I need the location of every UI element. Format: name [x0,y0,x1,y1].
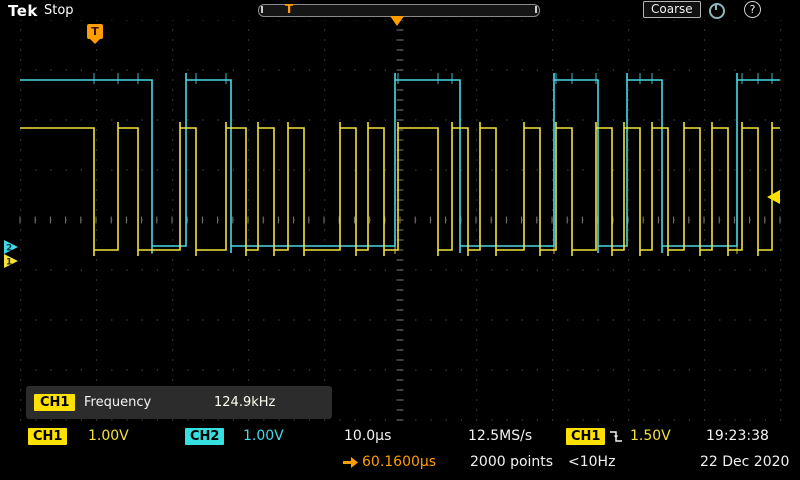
trigger-level-arrow-icon [767,190,780,204]
ch2-scale: 1.00V [243,428,284,444]
acquisition-status: Stop [44,3,74,18]
falling-edge-icon [608,428,624,445]
ch1-crosstalk-spikes [152,121,737,254]
trigger-time-flag-icon[interactable]: T [87,24,103,39]
measurement-name: Frequency [84,394,151,411]
clock-time: 19:23:38 [706,428,769,444]
ch1-scale: 1.00V [88,428,129,444]
trigger-frequency-readout: <10Hz [568,454,615,470]
trigger-position-icon[interactable] [390,16,404,26]
sample-rate-readout: 12.5MS/s [468,428,532,444]
horizontal-position-readout: 60.1600µs [362,454,436,470]
help-icon[interactable]: ? [744,1,761,18]
ch1-waveform [20,122,780,256]
timebase-readout: 10.0µs [344,428,391,444]
ch2-badge[interactable]: CH2 [185,428,224,445]
oscilloscope-screen: { "titlebar": { "logo": "Tek", "status":… [0,0,800,480]
ch2-ground-marker-label: 2 [6,244,12,254]
measurement-value: 124.9kHz [214,394,275,411]
horizontal-position-arrow-icon [342,454,359,470]
measurement-panel: CH1 Frequency 124.9kHz [26,386,332,419]
tek-logo: Tek [8,2,38,20]
date-readout: 22 Dec 2020 [700,454,789,470]
record-view-trigger-marker: T [285,2,293,16]
ch1-badge[interactable]: CH1 [28,428,67,445]
knob-icon [709,3,725,19]
record-length-readout: 2000 points [470,454,553,470]
measurement-source-badge: CH1 [34,394,75,411]
coarse-indicator[interactable]: Coarse [643,1,701,18]
trigger-level-readout: 1.50V [630,428,671,444]
trigger-source-badge: CH1 [566,428,605,445]
record-view-right-bracket [535,6,537,13]
ch1-ground-marker-label: 1 [6,258,12,268]
record-view-left-bracket [261,6,263,13]
